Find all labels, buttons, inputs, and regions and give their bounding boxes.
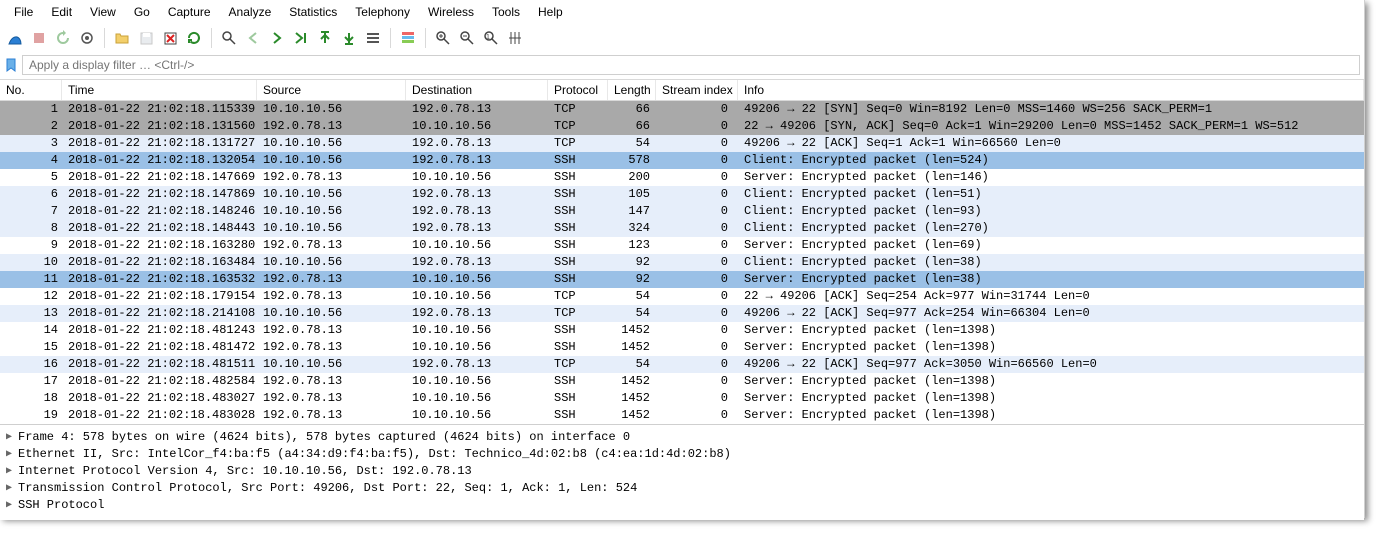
menu-bar: File Edit View Go Capture Analyze Statis… — [0, 0, 1364, 24]
packet-row[interactable]: 92018-01-22 21:02:18.163280192.0.78.1310… — [0, 237, 1364, 254]
menu-view[interactable]: View — [82, 3, 126, 21]
packet-row[interactable]: 62018-01-22 21:02:18.14786910.10.10.5619… — [0, 186, 1364, 203]
menu-telephony[interactable]: Telephony — [347, 3, 420, 21]
expander-icon[interactable]: ▶ — [6, 480, 18, 497]
packet-list: No. Time Source Destination Protocol Len… — [0, 79, 1364, 424]
last-packet-icon[interactable] — [338, 27, 360, 49]
menu-tools[interactable]: Tools — [484, 3, 530, 21]
detail-frame[interactable]: ▶Frame 4: 578 bytes on wire (4624 bits),… — [6, 429, 1358, 446]
packet-row[interactable]: 52018-01-22 21:02:18.147669192.0.78.1310… — [0, 169, 1364, 186]
col-header-length[interactable]: Length — [608, 80, 656, 100]
col-header-info[interactable]: Info — [738, 80, 1364, 100]
detail-ethernet[interactable]: ▶Ethernet II, Src: IntelCor_f4:ba:f5 (a4… — [6, 446, 1358, 463]
packet-details-pane: ▶Frame 4: 578 bytes on wire (4624 bits),… — [0, 424, 1364, 520]
prev-packet-icon[interactable] — [242, 27, 264, 49]
stop-capture-icon[interactable] — [28, 27, 50, 49]
toolbar: 1 — [0, 24, 1364, 53]
menu-go[interactable]: Go — [126, 3, 160, 21]
packet-row[interactable]: 72018-01-22 21:02:18.14824610.10.10.5619… — [0, 203, 1364, 220]
detail-ip[interactable]: ▶Internet Protocol Version 4, Src: 10.10… — [6, 463, 1358, 480]
menu-help[interactable]: Help — [530, 3, 573, 21]
zoom-reset-icon[interactable]: 1 — [480, 27, 502, 49]
col-header-time[interactable]: Time — [62, 80, 257, 100]
zoom-in-icon[interactable] — [432, 27, 454, 49]
col-header-destination[interactable]: Destination — [406, 80, 548, 100]
col-header-protocol[interactable]: Protocol — [548, 80, 608, 100]
colorize-icon[interactable] — [397, 27, 419, 49]
packet-row[interactable]: 192018-01-22 21:02:18.483028192.0.78.131… — [0, 407, 1364, 424]
packet-list-header[interactable]: No. Time Source Destination Protocol Len… — [0, 80, 1364, 101]
col-header-source[interactable]: Source — [257, 80, 406, 100]
packet-row[interactable]: 112018-01-22 21:02:18.163532192.0.78.131… — [0, 271, 1364, 288]
menu-file[interactable]: File — [6, 3, 43, 21]
bookmark-icon[interactable] — [4, 57, 18, 73]
display-filter-input[interactable] — [22, 55, 1360, 75]
menu-wireless[interactable]: Wireless — [420, 3, 484, 21]
goto-packet-icon[interactable] — [290, 27, 312, 49]
save-icon[interactable] — [135, 27, 157, 49]
zoom-out-icon[interactable] — [456, 27, 478, 49]
packet-row[interactable]: 172018-01-22 21:02:18.482584192.0.78.131… — [0, 373, 1364, 390]
find-icon[interactable] — [218, 27, 240, 49]
resize-columns-icon[interactable] — [504, 27, 526, 49]
filter-bar — [0, 53, 1364, 79]
menu-edit[interactable]: Edit — [43, 3, 82, 21]
first-packet-icon[interactable] — [314, 27, 336, 49]
expander-icon[interactable]: ▶ — [6, 429, 18, 446]
restart-capture-icon[interactable] — [52, 27, 74, 49]
packet-row[interactable]: 22018-01-22 21:02:18.131560192.0.78.1310… — [0, 118, 1364, 135]
expander-icon[interactable]: ▶ — [6, 446, 18, 463]
menu-statistics[interactable]: Statistics — [281, 3, 347, 21]
col-header-stream[interactable]: Stream index — [656, 80, 738, 100]
reload-icon[interactable] — [183, 27, 205, 49]
auto-scroll-icon[interactable] — [362, 27, 384, 49]
packet-row[interactable]: 142018-01-22 21:02:18.481243192.0.78.131… — [0, 322, 1364, 339]
detail-ssh[interactable]: ▶SSH Protocol — [6, 497, 1358, 514]
packet-row[interactable]: 42018-01-22 21:02:18.13205410.10.10.5619… — [0, 152, 1364, 169]
packet-list-body: 12018-01-22 21:02:18.11533910.10.10.5619… — [0, 101, 1364, 424]
packet-row[interactable]: 102018-01-22 21:02:18.16348410.10.10.561… — [0, 254, 1364, 271]
packet-row[interactable]: 82018-01-22 21:02:18.14844310.10.10.5619… — [0, 220, 1364, 237]
detail-tcp[interactable]: ▶Transmission Control Protocol, Src Port… — [6, 480, 1358, 497]
col-header-no[interactable]: No. — [0, 80, 62, 100]
packet-row[interactable]: 12018-01-22 21:02:18.11533910.10.10.5619… — [0, 101, 1364, 118]
packet-row[interactable]: 122018-01-22 21:02:18.179154192.0.78.131… — [0, 288, 1364, 305]
expander-icon[interactable]: ▶ — [6, 497, 18, 514]
close-file-icon[interactable] — [159, 27, 181, 49]
menu-analyze[interactable]: Analyze — [221, 3, 282, 21]
packet-row[interactable]: 32018-01-22 21:02:18.13172710.10.10.5619… — [0, 135, 1364, 152]
menu-capture[interactable]: Capture — [160, 3, 221, 21]
packet-row[interactable]: 132018-01-22 21:02:18.21410810.10.10.561… — [0, 305, 1364, 322]
svg-text:1: 1 — [486, 34, 490, 41]
open-file-icon[interactable] — [111, 27, 133, 49]
capture-options-icon[interactable] — [76, 27, 98, 49]
shark-fin-icon[interactable] — [4, 27, 26, 49]
expander-icon[interactable]: ▶ — [6, 463, 18, 480]
packet-row[interactable]: 152018-01-22 21:02:18.481472192.0.78.131… — [0, 339, 1364, 356]
next-packet-icon[interactable] — [266, 27, 288, 49]
packet-row[interactable]: 182018-01-22 21:02:18.483027192.0.78.131… — [0, 390, 1364, 407]
packet-row[interactable]: 162018-01-22 21:02:18.48151110.10.10.561… — [0, 356, 1364, 373]
